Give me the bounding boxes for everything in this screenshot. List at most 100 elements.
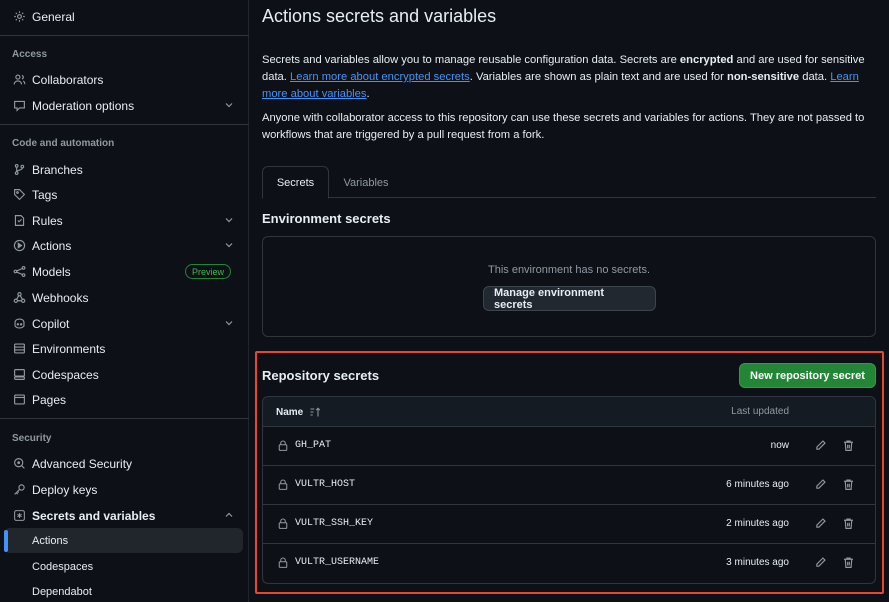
pencil-icon[interactable] xyxy=(814,556,827,569)
sidebar-item-label: Tags xyxy=(32,187,58,202)
table-row: VULTR_SSH_KEY 2 minutes ago xyxy=(263,505,875,544)
chevron-up-icon xyxy=(223,509,235,521)
sidebar-item-rules[interactable]: Rules xyxy=(4,208,243,233)
sidebar-divider xyxy=(0,35,249,36)
sidebar-item-moderation[interactable]: Moderation options xyxy=(4,93,243,118)
sidebar-item-models[interactable]: Models Preview xyxy=(4,259,243,284)
secret-name: GH_PAT xyxy=(295,440,332,451)
sidebar-item-pages[interactable]: Pages xyxy=(4,387,243,412)
access-note: Anyone with collaborator access to this … xyxy=(262,112,865,141)
codescan-icon xyxy=(12,457,26,471)
rules-icon xyxy=(12,214,26,228)
sidebar-item-label: Copilot xyxy=(32,316,70,331)
empty-state-text: This environment has no secrets. xyxy=(487,264,651,276)
intro-text: . xyxy=(366,88,370,100)
sidebar-divider xyxy=(0,418,249,419)
intro-text: data. xyxy=(799,71,831,83)
tag-icon xyxy=(12,188,26,202)
asterisk-icon xyxy=(12,509,26,523)
server-icon xyxy=(12,342,26,356)
key-icon xyxy=(12,483,26,497)
last-updated: now xyxy=(770,440,789,451)
chevron-down-icon xyxy=(223,99,235,111)
sidebar-item-label: Branches xyxy=(32,162,83,177)
table-row: GH_PAT now xyxy=(263,427,875,466)
intro-bold-non-sensitive: non-sensitive xyxy=(727,71,800,83)
sidebar-item-label: Codespaces xyxy=(32,367,99,382)
play-icon xyxy=(12,239,26,253)
column-label: Name xyxy=(276,406,304,418)
trash-icon[interactable] xyxy=(842,517,855,530)
sidebar-item-label: Models xyxy=(32,264,71,279)
page-title: Actions secrets and variables xyxy=(262,6,497,26)
trash-icon[interactable] xyxy=(842,478,855,491)
column-header-name[interactable]: Name xyxy=(276,406,321,418)
sidebar-item-copilot[interactable]: Copilot xyxy=(4,311,243,336)
table-row: VULTR_HOST 6 minutes ago xyxy=(263,466,875,505)
secret-name: VULTR_USERNAME xyxy=(295,557,380,568)
sidebar-subitem-codespaces[interactable]: Codespaces xyxy=(4,554,243,579)
lock-icon xyxy=(277,439,289,452)
models-icon xyxy=(12,265,26,279)
tab-variables[interactable]: Variables xyxy=(332,166,400,199)
pencil-icon[interactable] xyxy=(814,439,827,452)
lock-icon xyxy=(277,556,289,569)
environment-secrets-heading: Environment secrets xyxy=(262,211,391,226)
table-row: VULTR_USERNAME 3 minutes ago xyxy=(263,544,875,583)
column-header-last-updated: Last updated xyxy=(731,406,789,417)
secrets-variables-tabs: Secrets Variables xyxy=(262,166,876,199)
section-heading-security: Security xyxy=(12,433,52,444)
sidebar-item-environments[interactable]: Environments xyxy=(4,336,243,361)
sidebar-item-collaborators[interactable]: Collaborators xyxy=(4,67,243,92)
new-repository-secret-button[interactable]: New repository secret xyxy=(739,363,876,388)
chevron-down-icon xyxy=(223,317,235,329)
encrypted-secrets-link[interactable]: Learn more about encrypted secrets xyxy=(290,71,470,83)
pencil-icon[interactable] xyxy=(814,517,827,530)
last-updated: 2 minutes ago xyxy=(726,518,789,529)
sidebar-item-codespaces[interactable]: Codespaces xyxy=(4,362,243,387)
intro-text: . Variables are shown as plain text and … xyxy=(469,71,727,83)
sidebar-subitem-actions[interactable]: Actions xyxy=(4,528,243,553)
intro-bold-encrypted: encrypted xyxy=(679,54,734,66)
sidebar-item-tags[interactable]: Tags xyxy=(4,182,243,207)
webhook-icon xyxy=(12,291,26,305)
sidebar-item-general[interactable]: General xyxy=(4,4,243,29)
sidebar-item-secrets-variables[interactable]: Secrets and variables xyxy=(4,503,243,528)
last-updated: 3 minutes ago xyxy=(726,557,789,568)
trash-icon[interactable] xyxy=(842,439,855,452)
intro-paragraph: Secrets and variables allow you to manag… xyxy=(262,52,876,103)
sidebar-item-label: Rules xyxy=(32,213,63,228)
sidebar-item-label: Pages xyxy=(32,392,67,407)
sidebar-subitem-dependabot[interactable]: Dependabot xyxy=(4,579,243,602)
section-heading-access: Access xyxy=(12,49,48,60)
table-header: Name Last updated xyxy=(263,397,875,427)
sidebar-item-advanced-security[interactable]: Advanced Security xyxy=(4,451,243,476)
people-icon xyxy=(12,73,26,87)
sidebar-subitem-label: Codespaces xyxy=(32,560,94,573)
sidebar-item-branches[interactable]: Branches xyxy=(4,157,243,182)
branch-icon xyxy=(12,163,26,177)
sidebar-item-label: Moderation options xyxy=(32,98,135,113)
lock-icon xyxy=(277,517,289,530)
sidebar-divider xyxy=(0,124,249,125)
sidebar-item-label: Environments xyxy=(32,341,106,356)
last-updated: 6 minutes ago xyxy=(726,479,789,490)
sidebar-item-actions[interactable]: Actions xyxy=(4,233,243,258)
trash-icon[interactable] xyxy=(842,556,855,569)
lock-icon xyxy=(277,478,289,491)
pencil-icon[interactable] xyxy=(814,478,827,491)
section-heading-code-automation: Code and automation xyxy=(12,138,115,149)
sidebar-item-deploy-keys[interactable]: Deploy keys xyxy=(4,477,243,502)
manage-environment-secrets-button[interactable]: Manage environment secrets xyxy=(483,286,656,311)
gear-icon xyxy=(12,10,26,24)
sidebar-item-label: Deploy keys xyxy=(32,482,98,497)
sidebar-item-label: Collaborators xyxy=(32,72,104,87)
sidebar-item-label: Advanced Security xyxy=(32,456,133,471)
copilot-icon xyxy=(12,317,26,331)
sidebar-item-webhooks[interactable]: Webhooks xyxy=(4,285,243,310)
chevron-down-icon xyxy=(223,239,235,251)
secret-name: VULTR_HOST xyxy=(295,479,356,490)
sidebar-subitem-label: Actions xyxy=(32,534,69,547)
tab-secrets[interactable]: Secrets xyxy=(262,166,329,199)
settings-sidebar: General Access Collaborators Moderation … xyxy=(0,0,249,602)
